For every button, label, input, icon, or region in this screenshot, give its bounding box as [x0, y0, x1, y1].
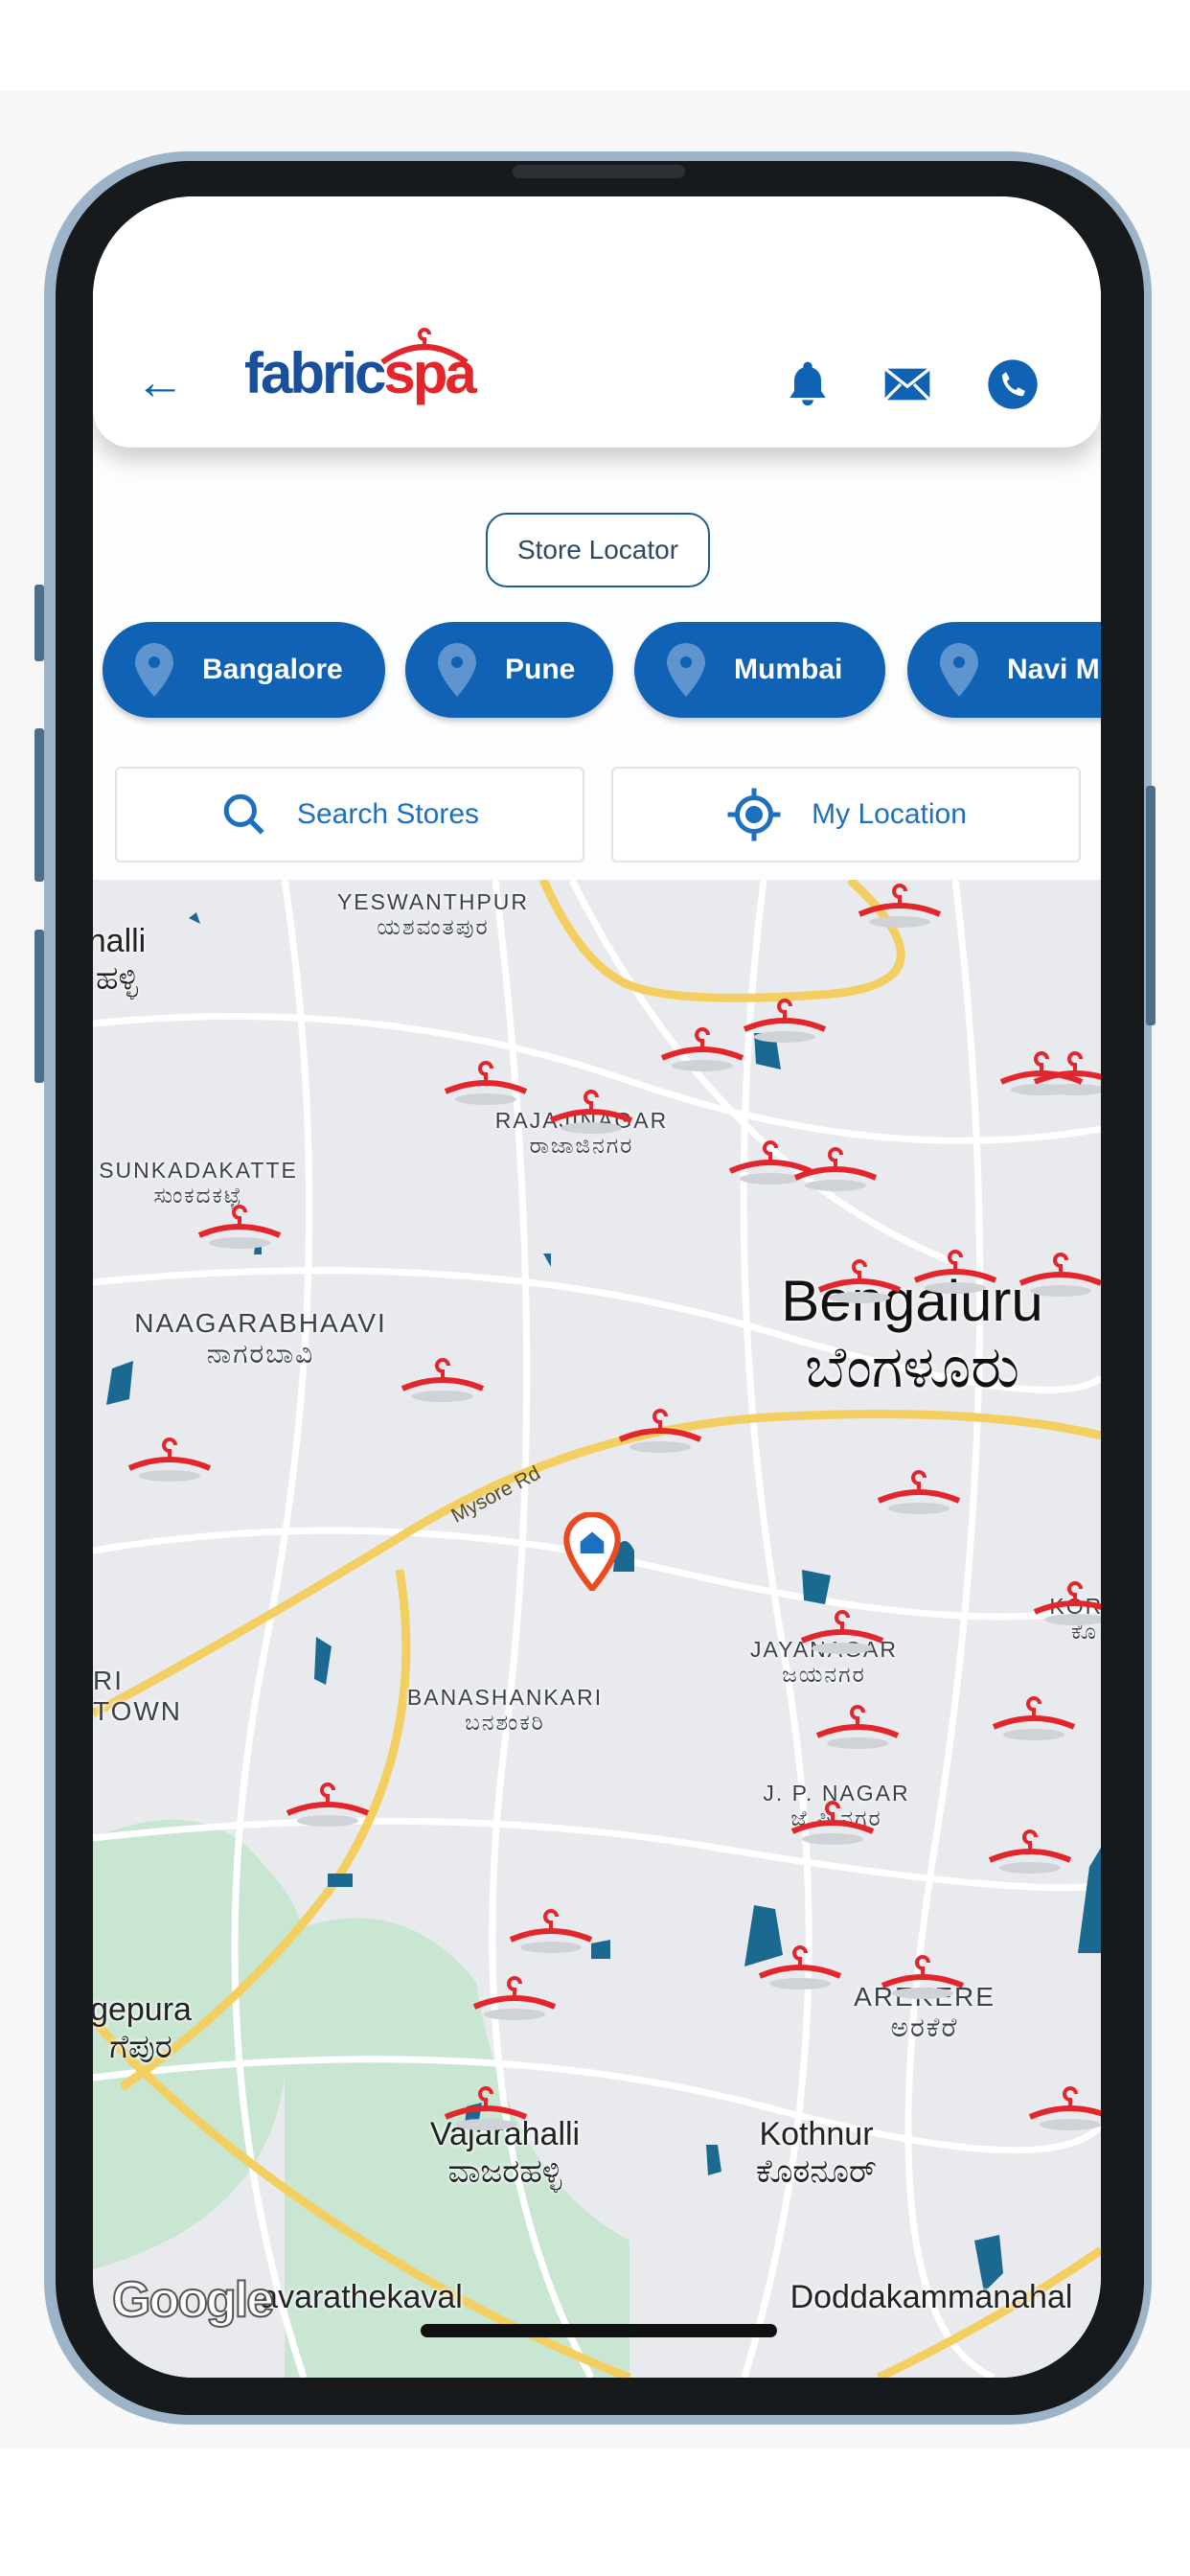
- hanger-icon[interactable]: [787, 1797, 879, 1854]
- map-label-text: ಕೊಠನೂರ್: [756, 2153, 877, 2191]
- hanger-icon[interactable]: [656, 1024, 748, 1081]
- phone-icon[interactable]: [986, 357, 1040, 411]
- hanger-logo-icon: [380, 328, 469, 365]
- my-location-button[interactable]: My Location: [611, 767, 1081, 862]
- hanger-icon[interactable]: [194, 1201, 286, 1258]
- hanger-icon[interactable]: [909, 1246, 1001, 1303]
- store-locator-button[interactable]: Store Locator: [486, 513, 710, 587]
- hanger-icon[interactable]: [854, 880, 946, 937]
- hanger-icon[interactable]: [397, 1354, 489, 1412]
- hanger-icon[interactable]: [995, 1047, 1087, 1105]
- fabricspa-logo: fabricspa: [244, 328, 477, 402]
- hanger-icon[interactable]: [988, 1692, 1080, 1750]
- hanger-icon[interactable]: [124, 1434, 216, 1491]
- map-label-text: ಯಶವಂತಪುರ: [377, 914, 490, 940]
- hanger-icon[interactable]: [505, 1905, 597, 1963]
- arrow-left-icon[interactable]: ←: [135, 357, 185, 407]
- map-label-text: ಬನಶಂಕರಿ: [465, 1710, 545, 1736]
- store-locator-label: Store Locator: [516, 535, 679, 564]
- location-pin-icon: [667, 643, 705, 697]
- hanger-icon[interactable]: [984, 1826, 1076, 1883]
- map-label-text: gepura: [93, 1991, 192, 2028]
- city-chip-pune[interactable]: Pune: [405, 622, 613, 718]
- map-label-kothnur: Kothnur ಕೊಠನೂರ್: [756, 2116, 877, 2191]
- map-label-banashankari: BANASHANKARI ಬನಶಂಕರಿ: [407, 1685, 603, 1736]
- hanger-icon[interactable]: [614, 1405, 706, 1462]
- app-screen: ← fabricspa Store Locator Bangalore Pune…: [93, 196, 1101, 2378]
- hanger-icon[interactable]: [790, 1143, 881, 1201]
- hanger-icon[interactable]: [877, 1951, 969, 2009]
- mute-switch: [34, 585, 44, 661]
- map-label-text: ಗೆಪುರ: [109, 2029, 172, 2066]
- search-icon: [223, 794, 264, 835]
- map-label-text: ವಾಜರಹಳ್ಳಿ: [447, 2153, 562, 2191]
- map-label-gepura: gepura ಗೆಪುರ: [93, 1991, 192, 2066]
- volume-down-button: [34, 930, 44, 1083]
- hanger-icon[interactable]: [282, 1779, 374, 1836]
- search-stores-label: Search Stores: [296, 798, 480, 830]
- city-label: Navi Mumbai: [1007, 654, 1101, 685]
- hanger-icon[interactable]: [440, 2082, 532, 2140]
- map-label-naagarabhaavi: NAAGARABHAAVI ನಾಗರಬಾವಿ: [134, 1308, 387, 1369]
- crosshair-location-icon: [727, 788, 781, 841]
- speaker: [513, 165, 685, 178]
- map-label-town: RI TOWN: [93, 1666, 182, 1727]
- map-label-text: SUNKADAKATTE: [99, 1158, 298, 1183]
- hanger-icon[interactable]: [545, 1086, 637, 1143]
- hanger-icon[interactable]: [1024, 2082, 1101, 2140]
- city-chip-navi-mumbai[interactable]: Navi Mumbai: [907, 622, 1101, 718]
- home-indicator[interactable]: [421, 2324, 777, 2337]
- map-label-text: YESWANTHPUR: [336, 889, 530, 914]
- city-chip-bangalore[interactable]: Bangalore: [103, 622, 385, 718]
- search-stores-button[interactable]: Search Stores: [115, 767, 584, 862]
- app-header: ← fabricspa: [93, 196, 1101, 448]
- map-label-text: NAAGARABHAAVI: [134, 1308, 387, 1338]
- hanger-icon[interactable]: [873, 1466, 965, 1524]
- map-label-text: TOWN: [93, 1696, 183, 1727]
- volume-up-button: [34, 728, 44, 882]
- city-label: Bangalore: [202, 654, 343, 685]
- bottom-background: [0, 2449, 1190, 2576]
- map-label-text: Kothnur: [759, 2116, 874, 2152]
- map-label-text: ಬೆಂಗಳೂರು: [804, 1335, 1020, 1399]
- store-map[interactable]: YESWANTHPUR ಯಶವಂತಪುರ halli ಹಳ್ಳಿ RAJAJINAG…: [93, 880, 1101, 2378]
- map-label-text: halli: [93, 923, 147, 959]
- map-label-text: ಜಯನಗರ: [782, 1662, 866, 1688]
- map-label-text: BANASHANKARI: [406, 1685, 604, 1710]
- hanger-icon[interactable]: [813, 1255, 905, 1313]
- location-pin-icon: [940, 643, 978, 697]
- logo-text-fabric: fabric: [244, 341, 386, 405]
- city-label: Mumbai: [734, 654, 843, 685]
- my-location-label: My Location: [812, 798, 967, 830]
- power-button: [1146, 786, 1156, 1025]
- hanger-icon[interactable]: [440, 1057, 532, 1115]
- map-label-halli: halli ಹಳ್ಳಿ: [93, 923, 146, 998]
- map-label-text: ನಾಗರಬಾವಿ: [206, 1339, 315, 1369]
- bell-icon[interactable]: [781, 357, 835, 411]
- hanger-icon[interactable]: [739, 995, 831, 1052]
- map-label-yeswanthpur: YESWANTHPUR ಯಶವಂತಪುರ: [337, 889, 529, 940]
- city-chip-mumbai[interactable]: Mumbai: [634, 622, 885, 718]
- map-label-text: ಹಳ್ಳಿ: [95, 960, 139, 998]
- mail-icon[interactable]: [881, 357, 934, 411]
- hanger-icon[interactable]: [1029, 1577, 1101, 1635]
- map-label-doddakammanahalli: Doddakammanahal: [790, 2279, 1073, 2315]
- top-background: [0, 0, 1190, 91]
- map-label-text: ಅರಕೆರೆ: [890, 2012, 959, 2043]
- map-label-text: RI: [93, 1666, 124, 1695]
- location-pin-icon: [438, 643, 476, 697]
- map-label-avarathekaval: avarathekaval: [260, 2279, 463, 2315]
- hanger-icon[interactable]: [469, 1972, 561, 2030]
- hanger-icon[interactable]: [796, 1606, 888, 1664]
- hanger-icon[interactable]: [1015, 1249, 1101, 1306]
- location-pin-icon: [135, 643, 173, 697]
- hanger-icon[interactable]: [812, 1701, 904, 1759]
- hanger-icon[interactable]: [754, 1942, 846, 1999]
- home-pin-icon[interactable]: [562, 1512, 622, 1591]
- google-logo: Google: [111, 2271, 275, 2329]
- city-label: Pune: [505, 654, 576, 685]
